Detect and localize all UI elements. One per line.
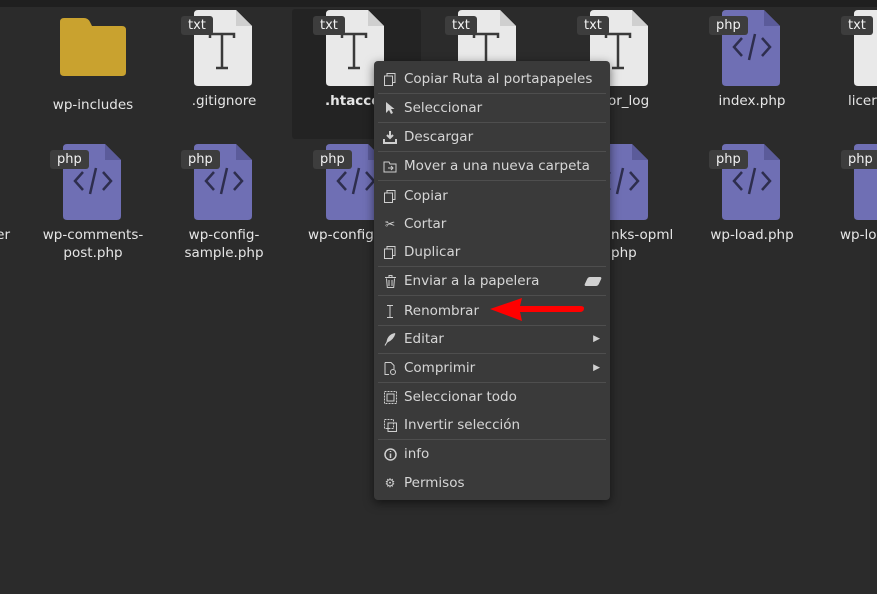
menu-item-select-all[interactable]: Seleccionar todo [374,383,610,411]
menu-item-edit[interactable]: Editar ▶ [374,325,610,353]
file-name-line1: wp-config- [188,227,260,243]
invert-selection-icon [383,418,397,432]
file-name-line2: sample.php [184,245,264,261]
file-name: index.php [718,93,786,109]
menu-item-cut[interactable]: ✂ Cortar [374,210,610,238]
annotation-arrow [490,298,584,321]
menu-item-select[interactable]: Seleccionar [374,94,610,122]
trash-icon [383,274,397,288]
submenu-arrow-icon: ▶ [593,363,600,373]
move-folder-icon [383,159,397,173]
file-type-badge: php [709,16,748,35]
cursor-icon [383,101,397,115]
menu-item-trash[interactable]: Enviar a la papelera [374,267,610,295]
menu-item-permissions[interactable]: ⚙ Permisos [374,469,610,497]
compress-icon [383,361,397,375]
menu-separator [378,180,606,181]
menu-item-download[interactable]: Descargar [374,123,610,151]
file-item-license[interactable]: txt licer [820,10,877,110]
menu-item-move-folder[interactable]: Mover a una nueva carpeta [374,152,610,180]
duplicate-icon [383,245,397,259]
txt-file-icon: txt [841,10,877,88]
menu-item-copy-path[interactable]: Copiar Ruta al portapapeles [374,65,610,93]
menu-item-info[interactable]: info [374,440,610,468]
scissors-icon: ✂ [384,217,396,231]
info-icon [383,447,397,461]
file-item-folder-cut[interactable]: der [0,144,10,244]
file-item-index-php[interactable]: php index.php [688,10,816,110]
quill-icon [383,332,397,346]
file-type-badge: txt [313,16,345,35]
text-cursor-icon [383,304,397,318]
copy-icon [383,189,397,203]
eraser-icon [583,276,603,286]
txt-file-icon: txt [181,10,259,88]
select-all-icon [383,390,397,404]
file-type-badge: php [50,150,89,169]
php-file-icon: php [709,10,787,88]
menu-item-copy[interactable]: Copiar [374,182,610,210]
file-type-badge: php [181,150,220,169]
file-item-wp-login[interactable]: php wp-lo [820,144,877,244]
file-type-badge: php [709,150,748,169]
file-item-gitignore[interactable]: txt .gitignore [160,10,288,110]
file-type-badge: php [313,150,352,169]
gear-icon: ⚙ [384,476,396,490]
file-type-badge: txt [841,16,873,35]
file-item-wp-config-sample[interactable]: php wp-config- sample.php [160,144,288,262]
copy-icon [383,72,397,86]
menu-item-compress[interactable]: Comprimir ▶ [374,354,610,382]
php-file-icon: php [50,144,128,222]
menu-item-invert-selection[interactable]: Invertir selección [374,411,610,439]
file-type-badge: txt [445,16,477,35]
file-name: wp-includes [52,97,134,113]
php-file-icon: php [181,144,259,222]
file-type-badge: php [841,150,877,169]
file-name: licer [848,93,877,109]
file-name: .gitignore [191,93,257,109]
file-item-wp-includes[interactable]: wp-includes [29,14,157,114]
file-name-line1: wp-comments- [42,227,144,243]
context-menu: Copiar Ruta al portapapeles Seleccionar … [374,61,610,500]
file-item-wp-comments-post[interactable]: php wp-comments- post.php [29,144,157,262]
php-file-icon: php [709,144,787,222]
file-type-badge: txt [577,16,609,35]
file-type-badge: txt [181,16,213,35]
file-name: wp-load.php [710,227,794,243]
file-name-line2: post.php [63,245,123,261]
php-file-icon: php [841,144,877,222]
file-name: der [0,227,10,243]
folder-icon [58,14,128,92]
submenu-arrow-icon: ▶ [593,334,600,344]
file-item-wp-load[interactable]: php wp-load.php [688,144,816,244]
download-icon [383,130,397,144]
menu-item-duplicate[interactable]: Duplicar [374,238,610,266]
file-name: wp-lo [840,227,877,243]
